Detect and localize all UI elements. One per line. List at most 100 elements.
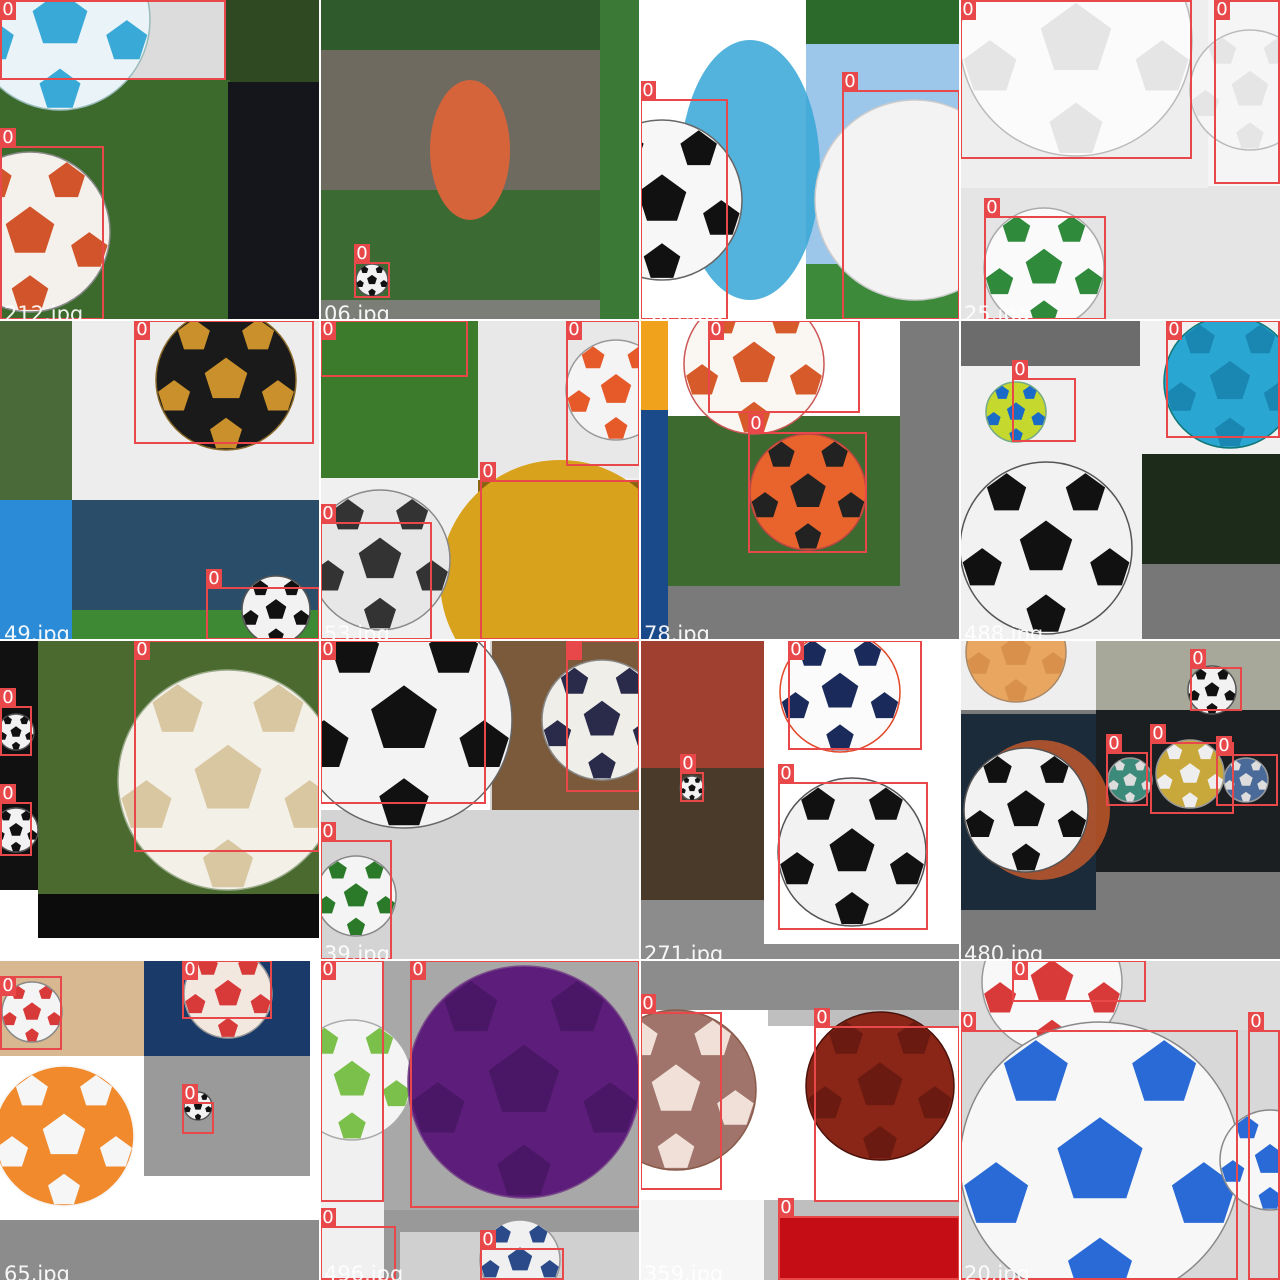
bounding-box: 0	[0, 976, 62, 1050]
bounding-box: 0	[134, 320, 314, 444]
class-label: 0	[320, 960, 336, 980]
bounding-box: 0	[134, 640, 320, 852]
mosaic-tile: 0 0 0 428.jpg	[0, 640, 320, 960]
tile-filename: 78.jpg	[644, 622, 710, 640]
tile-filename: 49.jpg	[4, 622, 70, 640]
mosaic-tile: 0 0 0 359.jpg	[640, 960, 960, 1280]
class-label: 0	[640, 994, 656, 1014]
tile-filename: 20.jpg	[964, 1262, 1030, 1280]
bounding-box: 0	[320, 320, 468, 377]
class-label: 0	[410, 960, 426, 980]
bounding-box: 0	[0, 784, 32, 856]
bounding-box: 0	[1248, 1012, 1280, 1280]
class-label: 0	[134, 320, 150, 340]
mosaic-tile: 0 0 39.jpg	[320, 640, 640, 960]
bounding-box: 0	[960, 0, 1192, 159]
grid-divider	[0, 639, 1280, 641]
bounding-box: 0	[1012, 960, 1146, 1002]
bounding-box: 0	[0, 0, 226, 80]
class-label: 0	[1012, 960, 1028, 980]
class-label: 0	[680, 754, 696, 774]
bounding-box: 0	[1012, 360, 1076, 442]
tile-filename: 428.jpg	[4, 942, 84, 960]
class-label: 0	[1214, 0, 1230, 20]
tile-filename: 53.jpg	[324, 622, 390, 640]
mosaic-tile: 0 0 0 0 480.jpg	[960, 640, 1280, 960]
bounding-box: 0	[410, 960, 640, 1208]
class-label: 0	[0, 976, 16, 996]
tile-filename: 271.jpg	[644, 942, 724, 960]
class-label: 0	[788, 640, 804, 660]
mosaic-tile: 0 0 0 65.jpg	[0, 960, 320, 1280]
class-label: 0	[0, 688, 16, 708]
bounding-box: 0	[960, 1012, 1238, 1280]
mosaic-tile: 0 0 49.jpg	[0, 320, 320, 640]
class-label: 0	[320, 1208, 336, 1228]
class-label: 0	[1106, 734, 1122, 754]
mosaic-tile: 0 0 0 271.jpg	[640, 640, 960, 960]
mosaic-tile: 0 0 0 25.jpg	[960, 0, 1280, 320]
class-label: 0	[320, 822, 336, 842]
tile-filename: 212.jpg	[4, 302, 84, 320]
class-label: 0	[0, 0, 16, 20]
bounding-box: 0	[182, 1084, 214, 1134]
mosaic-tile: 0 0 488.jpg	[960, 320, 1280, 640]
bounding-box: 0	[748, 414, 867, 553]
bounding-box: 0	[814, 1008, 960, 1202]
class-label: 0	[134, 640, 150, 660]
class-label	[566, 640, 582, 660]
mosaic-tile: 0 0 212.jpg	[0, 0, 320, 320]
class-label: 0	[842, 72, 858, 92]
bounding-box: 0	[1214, 0, 1280, 184]
mosaic-tile: 0 0 0 0 53.jpg	[320, 320, 640, 640]
bounding-box: 0	[0, 688, 32, 756]
bounding-box: 0	[320, 640, 486, 804]
bounding-box: 0	[1106, 734, 1148, 806]
class-label: 0	[1166, 320, 1182, 340]
class-label: 0	[960, 1012, 976, 1032]
bounding-box: 0	[842, 72, 960, 320]
bounding-box: 0	[354, 244, 390, 298]
bounding-box: 0	[1216, 736, 1278, 806]
tile-filename: 359.jpg	[644, 1262, 724, 1280]
mosaic-tile: 0 0 78.jpg	[640, 320, 960, 640]
tile-filename: 06.jpg	[324, 302, 390, 320]
mosaic-tile: 0 0 364.jpg	[640, 0, 960, 320]
class-label: 0	[566, 320, 582, 340]
class-label: 0	[320, 640, 336, 660]
tile-filename: 364.jpg	[644, 302, 724, 320]
class-label: 0	[1216, 736, 1232, 756]
class-label: 0	[0, 784, 16, 804]
detection-mosaic: 0 0 212.jpg 0 06.jpg 0 0 364.jpg 0 0 0 25.jpg 0 0 49.j…	[0, 0, 1280, 1280]
class-label: 0	[480, 1230, 496, 1250]
class-label: 0	[778, 1198, 794, 1218]
mosaic-tile: 0 0 0 0 496.jpg	[320, 960, 640, 1280]
class-label: 0	[182, 960, 198, 980]
tile-filename: 25.jpg	[964, 302, 1030, 320]
bounding-box: 0	[206, 569, 320, 640]
class-label: 0	[320, 504, 336, 524]
mosaic-tile: 0 0 0 20.jpg	[960, 960, 1280, 1280]
bounding-box: 0	[320, 960, 384, 1202]
class-label: 0	[1190, 649, 1206, 669]
mosaic-tile: 0 06.jpg	[320, 0, 640, 320]
bounding-box: 0	[788, 640, 922, 750]
bounding-box: 0	[1190, 649, 1242, 711]
bounding-box: 0	[778, 764, 928, 930]
bounding-box: 0	[680, 754, 704, 802]
class-label: 0	[354, 244, 370, 264]
class-label: 0	[640, 81, 656, 101]
bounding-box: 0	[1166, 320, 1280, 438]
class-label: 0	[480, 462, 496, 482]
class-label: 0	[182, 1084, 198, 1104]
class-label: 0	[1248, 1012, 1264, 1032]
grid-divider	[0, 959, 1280, 961]
class-label: 0	[1012, 360, 1028, 380]
class-label: 0	[0, 128, 16, 148]
bounding-box	[566, 640, 640, 792]
class-label: 0	[708, 320, 724, 340]
bounding-box: 0	[640, 994, 722, 1190]
tile-filename: 39.jpg	[324, 942, 390, 960]
bounding-box: 0	[566, 320, 640, 466]
bounding-box: 0	[640, 81, 728, 320]
